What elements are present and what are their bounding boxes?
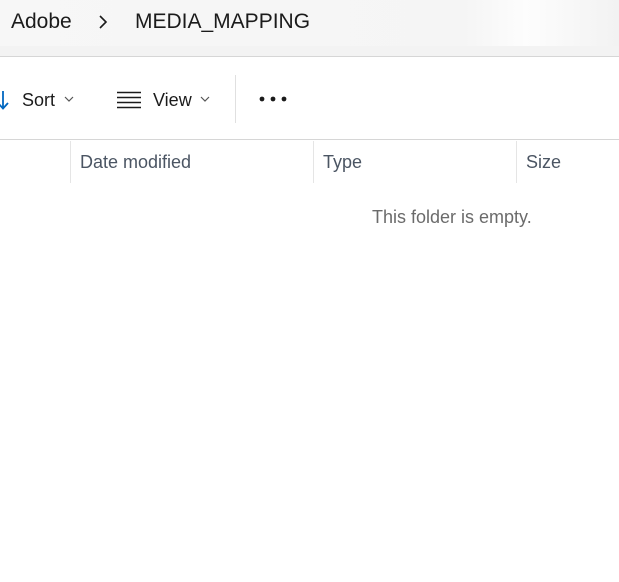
column-header-row: Date modified Type Size xyxy=(0,141,619,183)
empty-folder-message: This folder is empty. xyxy=(372,207,532,227)
column-separator[interactable] xyxy=(70,141,71,183)
chevron-right-icon xyxy=(99,15,108,29)
view-button[interactable]: View xyxy=(110,57,220,141)
toolbar-divider xyxy=(235,75,236,123)
list-lines-icon xyxy=(117,91,141,109)
column-separator[interactable] xyxy=(516,141,517,183)
more-dots-icon xyxy=(259,96,287,102)
breadcrumb-item-adobe[interactable]: Adobe xyxy=(11,10,72,34)
address-bar[interactable]: Adobe MEDIA_MAPPING xyxy=(0,0,619,46)
view-label: View xyxy=(153,90,192,110)
chevron-down-icon xyxy=(64,96,74,102)
address-bar-strip xyxy=(0,46,619,56)
sort-button[interactable]: Sort xyxy=(0,57,80,141)
sort-down-arrow-icon xyxy=(0,91,9,110)
breadcrumb-item-current-folder[interactable]: MEDIA_MAPPING xyxy=(135,10,310,34)
column-separator[interactable] xyxy=(313,141,314,183)
command-bar: Sort View xyxy=(0,56,619,140)
chevron-down-icon xyxy=(200,96,210,102)
more-options-button[interactable] xyxy=(250,57,296,141)
column-header-date-modified[interactable]: Date modified xyxy=(80,152,191,173)
column-header-type[interactable]: Type xyxy=(323,152,362,173)
sort-label: Sort xyxy=(22,90,56,110)
column-header-size[interactable]: Size xyxy=(526,152,561,173)
